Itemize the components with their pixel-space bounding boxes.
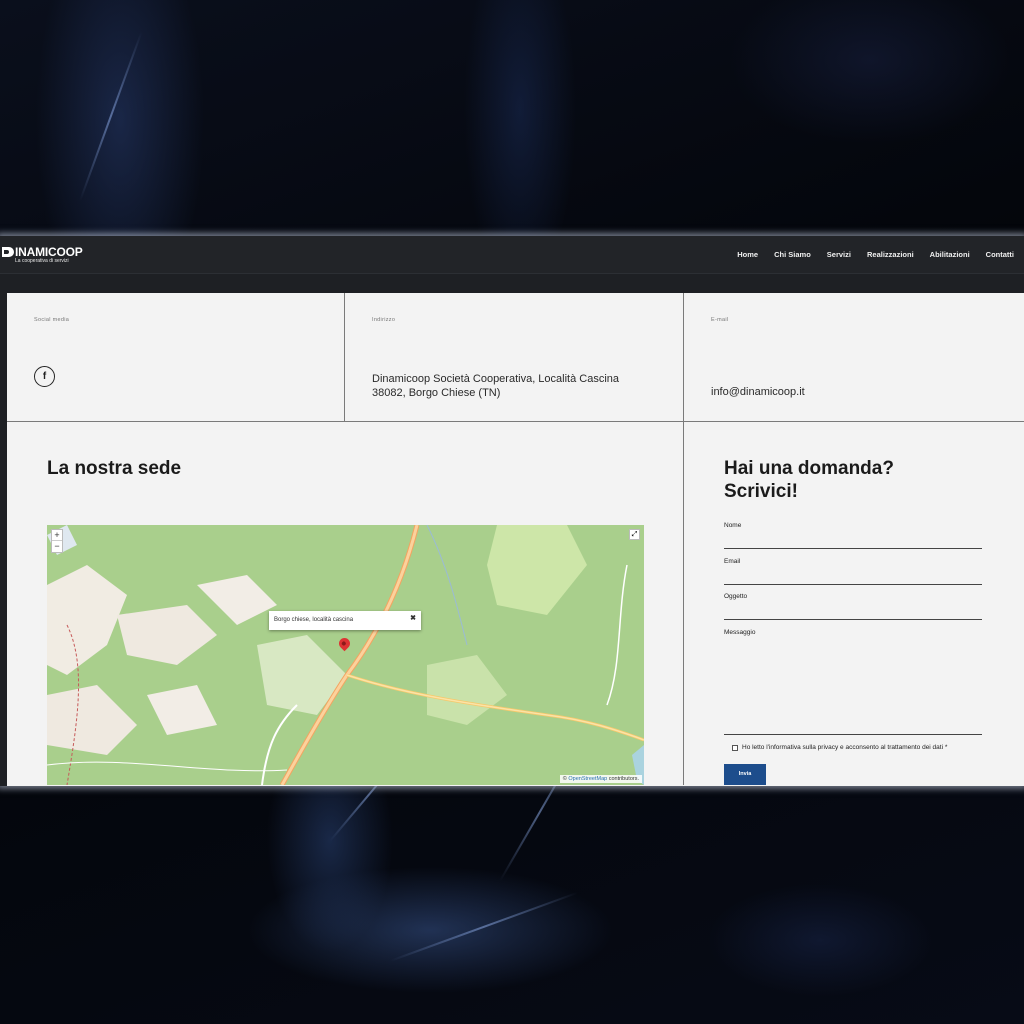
form-title: Hai una domanda? Scrivici! [724,458,894,502]
email-field-label: Email [724,558,741,565]
address-label: Indirizzo [372,317,396,323]
browser-screenshot: INAMICOOP La cooperativa di servizi Home… [0,236,1024,786]
zoom-out-button[interactable]: − [52,541,62,552]
name-label: Nome [724,522,742,529]
top-navigation: INAMICOOP La cooperativa di servizi Home… [0,236,1024,274]
name-field[interactable]: Nome [724,522,982,549]
privacy-consent: Ho letto l'informativa sulla privacy e a… [732,744,947,751]
social-cell: Social media f [7,293,345,421]
info-row: Social media f Indirizzo Dinamicoop Soci… [7,293,1024,422]
menu-item-home[interactable]: Home [729,250,766,259]
address-line-1: Dinamicoop Società Cooperativa, Località… [372,373,620,385]
map-tiles [47,525,644,785]
subject-label: Oggetto [724,593,748,600]
logo-subtitle: La cooperativa di servizi [15,257,69,264]
location-map[interactable]: + − ⤢ Borgo chiese, località cascina ✖ ©… [47,525,644,785]
location-title: La nostra sede [47,458,182,479]
subject-field[interactable]: Oggetto [724,593,982,620]
openstreetmap-link[interactable]: OpenStreetMap [568,776,607,782]
fullscreen-icon[interactable]: ⤢ [629,529,640,540]
attribution-suffix: contributors. [607,776,639,782]
address-text: Dinamicoop Società Cooperativa, Località… [372,372,619,400]
contact-page: Social media f Indirizzo Dinamicoop Soci… [7,293,1024,786]
menu-item-realizzazioni[interactable]: Realizzazioni [859,250,922,259]
map-zoom-control: + − [51,529,63,553]
contact-form-section: Hai una domanda? Scrivici! Nome Email Og… [684,422,1024,785]
zoom-in-button[interactable]: + [52,530,62,541]
social-label: Social media [34,317,70,323]
email-label: E-mail [711,317,729,323]
close-icon[interactable]: ✖ [410,614,416,622]
logo-text: INAMICOOP [15,244,83,259]
menu-item-chi-siamo[interactable]: Chi Siamo [766,250,819,259]
message-label: Messaggio [724,629,756,636]
menu-item-contatti[interactable]: Contatti [978,250,1022,259]
privacy-checkbox[interactable] [732,744,738,751]
site-logo[interactable]: INAMICOOP La cooperativa di servizi [2,246,83,264]
map-popup: Borgo chiese, località cascina ✖ [269,611,421,630]
location-section: La nostra sede + − ⤢ Borgo chiese, local… [7,422,684,785]
main-menu: Home Chi Siamo Servizi Realizzazioni Abi… [729,250,1022,259]
map-attribution: © OpenStreetMap contributors. [559,775,642,783]
email-cell: E-mail info@dinamicoop.it [684,293,1024,421]
map-popup-text: Borgo chiese, località cascina [274,617,354,623]
message-textarea[interactable]: Messaggio [724,629,982,735]
main-row: La nostra sede + − ⤢ Borgo chiese, local… [7,422,1024,785]
facebook-icon[interactable]: f [34,366,55,387]
menu-item-abilitazioni[interactable]: Abilitazioni [922,250,978,259]
address-cell: Indirizzo Dinamicoop Società Cooperativa… [345,293,684,421]
address-line-2: 38082, Borgo Chiese (TN) [372,387,501,399]
logo-d-mark-icon [2,246,14,257]
menu-item-servizi[interactable]: Servizi [819,250,859,259]
send-button[interactable]: Invia [724,764,766,785]
email-field[interactable]: Email [724,558,982,585]
email-link[interactable]: info@dinamicoop.it [711,386,805,398]
privacy-consent-label: Ho letto l'informativa sulla privacy e a… [742,744,948,751]
